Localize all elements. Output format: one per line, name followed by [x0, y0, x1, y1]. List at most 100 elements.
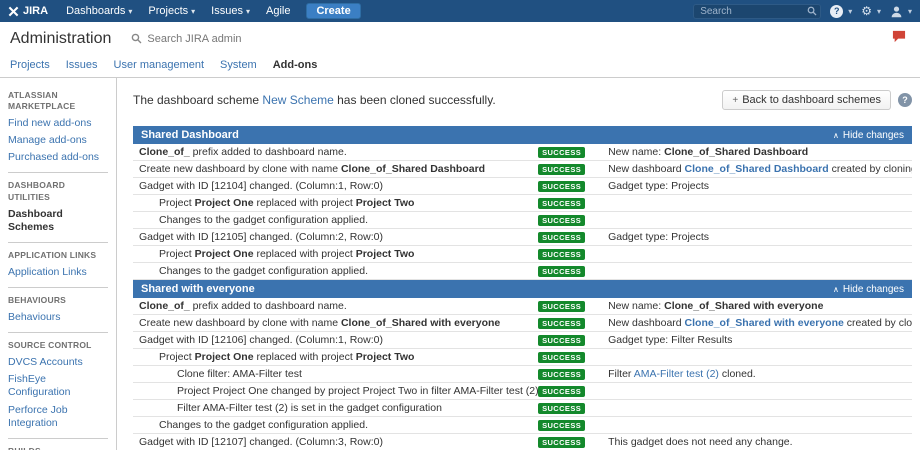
status-badge: SUCCESS: [538, 437, 586, 448]
row-badge-cell: SUCCESS: [538, 146, 602, 158]
text-segment: Clone_of_Shared Dashboard: [340, 163, 486, 175]
row-detail: [602, 355, 912, 359]
inline-link[interactable]: Clone_of_Shared with everyone: [685, 317, 844, 329]
text-segment: cloned.: [718, 368, 756, 380]
sidebar-item-purchased-add-ons[interactable]: Purchased add-ons: [8, 151, 108, 164]
sidebar-item-application-links[interactable]: Application Links: [8, 266, 108, 279]
topnav-item-projects[interactable]: Projects ▾: [140, 5, 203, 17]
sidebar-item-fisheye-configuration[interactable]: FishEye Configuration: [8, 373, 108, 399]
row-description: Create new dashboard by clone with name …: [133, 161, 538, 177]
row-description: Changes to the gadget configuration appl…: [133, 263, 538, 279]
table-row: Project Project One replaced with projec…: [133, 349, 912, 366]
scheme-link[interactable]: New Scheme: [262, 93, 333, 107]
row-description: Clone filter: AMA-Filter test: [133, 366, 538, 382]
row-detail: New dashboard Clone_of_Shared Dashboard …: [602, 161, 912, 177]
topnav-item-agile[interactable]: Agile: [258, 5, 298, 17]
tab-projects[interactable]: Projects: [10, 59, 50, 77]
row-badge-cell: SUCCESS: [538, 334, 602, 346]
text-segment: Project One: [194, 248, 254, 260]
sidebar-section-heading: SOURCE CONTROL: [8, 340, 92, 351]
hide-changes-label: Hide changes: [842, 129, 904, 141]
jira-logo[interactable]: JIRA: [8, 5, 48, 17]
row-description: Gadget with ID [12107] changed. (Column:…: [133, 434, 538, 450]
chevron-up-icon: ∧: [832, 130, 839, 140]
table-row: Project Project One replaced with projec…: [133, 195, 912, 212]
row-detail: Gadget type: Projects: [602, 178, 912, 194]
message-pre: The dashboard scheme: [133, 93, 263, 107]
row-badge-cell: SUCCESS: [538, 180, 602, 192]
gear-icon: ⚙: [861, 4, 872, 18]
table-row: Changes to the gadget configuration appl…: [133, 417, 912, 434]
sidebar-item-perforce-job-integration[interactable]: Perforce Job Integration: [8, 404, 108, 430]
search-input[interactable]: [693, 3, 822, 19]
back-to-schemes-button[interactable]: + Back to dashboard schemes: [722, 90, 891, 110]
row-detail: [602, 389, 912, 393]
message-row: The dashboard scheme New Scheme has been…: [133, 90, 912, 110]
tab-issues[interactable]: Issues: [66, 59, 98, 77]
tab-user-management[interactable]: User management: [114, 59, 205, 77]
content-body: ATLASSIAN MARKETPLACE Find new add-ons Man…: [0, 78, 920, 450]
jira-logo-text: JIRA: [23, 5, 49, 17]
status-badge: SUCCESS: [538, 301, 586, 312]
row-detail: New name: Clone_of_Shared Dashboard: [602, 144, 912, 160]
table-row: Clone_of_ prefix added to dashboard name…: [133, 298, 912, 315]
sidebar-item-manage-add-ons[interactable]: Manage add-ons: [8, 134, 108, 147]
status-badge: SUCCESS: [538, 198, 586, 209]
feedback-icon[interactable]: [892, 30, 906, 48]
row-badge-cell: SUCCESS: [538, 402, 602, 414]
sidebar-section-heading: APPLICATION LINKS: [8, 249, 97, 260]
status-badge: SUCCESS: [538, 386, 586, 397]
page-actions: + Back to dashboard schemes ?: [722, 90, 912, 110]
tab-add-ons[interactable]: Add-ons: [273, 59, 318, 77]
inline-link[interactable]: AMA-Filter test (2): [634, 368, 719, 380]
text-segment: Create new dashboard by clone with name: [139, 317, 341, 329]
admin-search-input[interactable]: [147, 32, 348, 45]
hide-changes-toggle[interactable]: ∧ Hide changes: [833, 130, 904, 141]
status-badge: SUCCESS: [538, 335, 586, 346]
sidebar-item-find-new-add-ons[interactable]: Find new add-ons: [8, 117, 108, 130]
sidebar-item-dvcs-accounts[interactable]: DVCS Accounts: [8, 356, 108, 369]
chevron-down-icon: ▾: [128, 7, 133, 16]
panel-title: Shared with everyone: [141, 283, 255, 295]
jira-logo-icon: [8, 6, 19, 16]
sidebar-item-dashboard-schemes[interactable]: Dashboard Schemes: [8, 208, 108, 234]
help-menu[interactable]: ? ▾: [830, 4, 852, 18]
text-segment: Filter: [608, 368, 634, 380]
row-badge-cell: SUCCESS: [538, 419, 602, 431]
topnav-item-issues[interactable]: Issues ▾: [203, 5, 258, 17]
sidebar-item-behaviours[interactable]: Behaviours: [8, 311, 108, 324]
text-segment: created by cloning.: [828, 163, 912, 175]
status-badge: SUCCESS: [538, 147, 586, 158]
table-row: Gadget with ID [12107] changed. (Column:…: [133, 434, 912, 450]
topnav-search: [693, 3, 822, 19]
status-badge: SUCCESS: [538, 369, 586, 380]
text-segment: New dashboard: [608, 163, 685, 175]
avatar: [891, 5, 902, 17]
user-menu[interactable]: ▾: [890, 5, 912, 18]
row-description: Project Project One replaced with projec…: [133, 246, 538, 262]
help-icon[interactable]: ?: [898, 93, 912, 107]
chevron-down-icon: ▾: [907, 6, 912, 16]
text-segment: replaced with project: [253, 248, 356, 260]
table-row: Create new dashboard by clone with name …: [133, 315, 912, 332]
inline-link[interactable]: Clone_of_Shared Dashboard: [685, 163, 829, 175]
topnav-item-dashboards[interactable]: Dashboards ▾: [58, 5, 140, 17]
admin-gear-menu[interactable]: ⚙ ▾: [861, 4, 881, 18]
chevron-down-icon: ▾: [245, 7, 250, 16]
text-segment: New name:: [608, 300, 665, 312]
table-row: Filter AMA-Filter test (2) is set in the…: [133, 400, 912, 417]
search-icon: [807, 6, 817, 16]
tab-system[interactable]: System: [220, 59, 257, 77]
chevron-down-icon: ▾: [191, 7, 196, 16]
row-detail: [602, 252, 912, 256]
text-segment: Clone_of_Shared Dashboard: [664, 146, 809, 158]
hide-changes-toggle[interactable]: ∧ Hide changes: [833, 284, 904, 295]
text-segment: Project One: [194, 197, 254, 209]
app-window: JIRA Dashboards ▾ Projects ▾ Issues ▾ Agile Cr…: [0, 0, 920, 450]
create-button[interactable]: Create: [306, 3, 361, 19]
sidebar-divider: [8, 332, 108, 334]
row-badge-cell: SUCCESS: [538, 317, 602, 329]
status-badge: SUCCESS: [538, 232, 586, 243]
table-row: Project Project One changed by project P…: [133, 383, 912, 400]
text-segment: This gadget does not need any change.: [608, 436, 793, 448]
